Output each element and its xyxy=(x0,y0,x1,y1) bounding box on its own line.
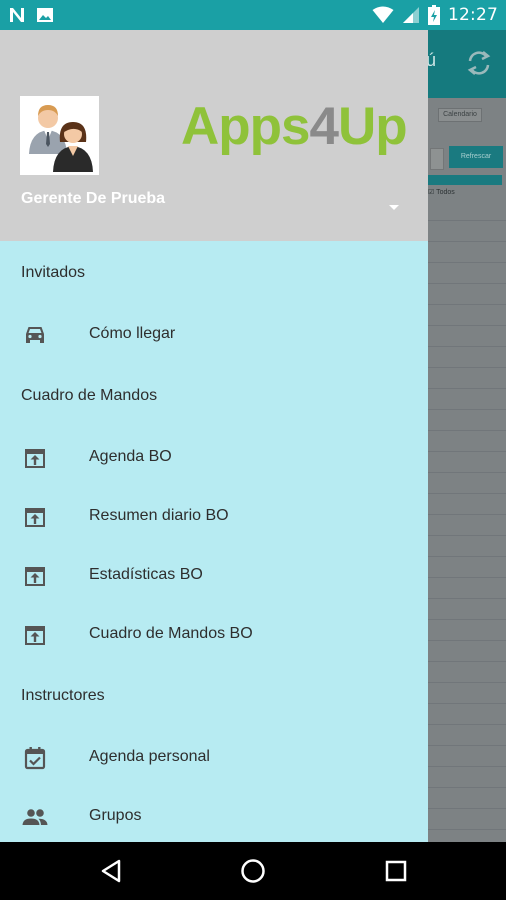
brand-logo-part: Up xyxy=(337,97,408,156)
navigation-drawer: Apps4Up Gerente De Prueba Invitados Cómo… xyxy=(0,30,428,842)
background-row: Calendario xyxy=(428,100,506,130)
user-name: Gerente De Prueba xyxy=(21,190,166,207)
open-in-app-icon xyxy=(25,449,45,468)
dropdown-arrow-icon[interactable] xyxy=(384,200,404,214)
section-title-cuadro-de-mandos: Cuadro de Mandos xyxy=(21,387,158,404)
menu-item-label: Agenda personal xyxy=(89,748,210,765)
avatar[interactable] xyxy=(20,96,99,175)
menu-item-label: Grupos xyxy=(89,807,142,824)
brand-logo-number: 4 xyxy=(309,97,340,156)
background-menu-fragment: ú xyxy=(428,50,437,70)
refresh-icon xyxy=(467,51,491,75)
drawer-header: Apps4Up Gerente De Prueba xyxy=(0,30,428,241)
menu-item-como-llegar[interactable]: Cómo llegar xyxy=(0,306,428,364)
image-notification-icon xyxy=(37,8,53,22)
menu-item-estadisticas-bo[interactable]: Estadísticas BO xyxy=(0,547,428,605)
wifi-icon xyxy=(372,6,394,23)
menu-item-cuadro-de-mandos-bo[interactable]: Cuadro de Mandos BO xyxy=(0,606,428,664)
open-in-app-icon xyxy=(25,626,45,645)
section-title-invitados: Invitados xyxy=(21,264,86,281)
open-in-app-icon xyxy=(25,508,45,527)
brand-logo: Apps4Up xyxy=(181,97,408,156)
clock: 12:27 xyxy=(448,5,498,25)
menu-item-grupos[interactable]: Grupos xyxy=(0,788,428,842)
menu-item-label: Cómo llegar xyxy=(89,325,176,342)
back-icon[interactable] xyxy=(96,856,126,886)
menu-item-label: Resumen diario BO xyxy=(89,507,229,524)
section-title-instructores: Instructores xyxy=(21,687,105,704)
n-notification-icon xyxy=(10,8,24,22)
recents-icon[interactable] xyxy=(381,856,411,886)
background-refresh-button: Refrescar xyxy=(449,146,503,168)
open-in-app-icon xyxy=(25,567,45,586)
menu-item-agenda-personal[interactable]: Agenda personal xyxy=(0,729,428,787)
status-bar: 12:27 xyxy=(0,0,506,30)
background-input xyxy=(430,148,444,170)
group-icon xyxy=(22,809,48,825)
system-nav-bar xyxy=(0,842,506,900)
background-check-label: Todos xyxy=(436,189,455,196)
calendar-check-icon xyxy=(24,747,46,770)
background-table xyxy=(428,200,506,830)
users-avatar-icon xyxy=(29,105,93,172)
battery-icon xyxy=(428,5,440,25)
background-header-strip xyxy=(428,175,502,185)
background-checkbox-row: ☑ Todos xyxy=(428,188,455,196)
menu-item-label: Estadísticas BO xyxy=(89,566,203,583)
brand-logo-part: Apps xyxy=(181,97,310,156)
background-app: ú Calendario Refrescar ☑ Todos xyxy=(428,30,506,842)
menu-item-resumen-diario-bo[interactable]: Resumen diario BO xyxy=(0,488,428,546)
checkbox-icon: ☑ xyxy=(428,189,435,196)
signal-icon xyxy=(403,7,419,23)
car-icon xyxy=(26,327,44,343)
menu-item-label: Agenda BO xyxy=(89,448,172,465)
background-app-bar: ú xyxy=(428,30,506,98)
menu-item-label: Cuadro de Mandos BO xyxy=(89,625,253,642)
home-icon[interactable] xyxy=(238,856,268,886)
menu-item-agenda-bo[interactable]: Agenda BO xyxy=(0,429,428,487)
background-calendar-button: Calendario xyxy=(438,108,482,122)
